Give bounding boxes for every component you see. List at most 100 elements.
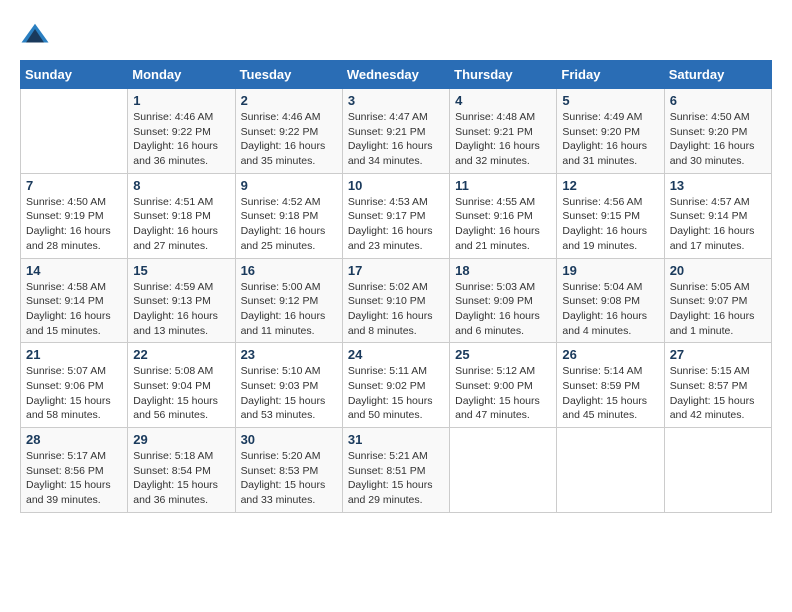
day-number: 22 [133, 347, 229, 362]
day-info: Sunrise: 4:50 AMSunset: 9:19 PMDaylight:… [26, 195, 122, 254]
day-number: 11 [455, 178, 551, 193]
day-number: 16 [241, 263, 337, 278]
calendar-cell: 22 Sunrise: 5:08 AMSunset: 9:04 PMDayligh… [128, 343, 235, 428]
calendar-cell: 15 Sunrise: 4:59 AMSunset: 9:13 PMDayligh… [128, 258, 235, 343]
calendar-cell [21, 89, 128, 174]
day-info: Sunrise: 5:17 AMSunset: 8:56 PMDaylight:… [26, 449, 122, 508]
day-number: 2 [241, 93, 337, 108]
day-number: 10 [348, 178, 444, 193]
header-friday: Friday [557, 61, 664, 89]
day-info: Sunrise: 4:58 AMSunset: 9:14 PMDaylight:… [26, 280, 122, 339]
day-number: 31 [348, 432, 444, 447]
day-info: Sunrise: 4:59 AMSunset: 9:13 PMDaylight:… [133, 280, 229, 339]
day-number: 19 [562, 263, 658, 278]
calendar-body: 1 Sunrise: 4:46 AMSunset: 9:22 PMDaylight… [21, 89, 772, 513]
calendar-table: SundayMondayTuesdayWednesdayThursdayFrid… [20, 60, 772, 513]
day-number: 14 [26, 263, 122, 278]
calendar-cell: 27Sunrise: 5:15 AMSunset: 8:57 PMDayligh… [664, 343, 771, 428]
day-number: 15 [133, 263, 229, 278]
day-info: Sunrise: 5:21 AMSunset: 8:51 PMDaylight:… [348, 449, 444, 508]
calendar-cell: 4 Sunrise: 4:48 AMSunset: 9:21 PMDaylight… [450, 89, 557, 174]
calendar-cell: 1 Sunrise: 4:46 AMSunset: 9:22 PMDaylight… [128, 89, 235, 174]
day-info: Sunrise: 4:56 AMSunset: 9:15 PMDaylight:… [562, 195, 658, 254]
day-info: Sunrise: 4:49 AMSunset: 9:20 PMDaylight:… [562, 110, 658, 169]
day-info: Sunrise: 5:10 AMSunset: 9:03 PMDaylight:… [241, 364, 337, 423]
day-number: 4 [455, 93, 551, 108]
calendar-cell: 18Sunrise: 5:03 AMSunset: 9:09 PMDayligh… [450, 258, 557, 343]
day-info: Sunrise: 5:00 AMSunset: 9:12 PMDaylight:… [241, 280, 337, 339]
calendar-cell: 13 Sunrise: 4:57 AMSunset: 9:14 PMDayligh… [664, 173, 771, 258]
calendar-cell: 20 Sunrise: 5:05 AMSunset: 9:07 PMDayligh… [664, 258, 771, 343]
header-tuesday: Tuesday [235, 61, 342, 89]
day-info: Sunrise: 4:52 AMSunset: 9:18 PMDaylight:… [241, 195, 337, 254]
day-number: 20 [670, 263, 766, 278]
header-sunday: Sunday [21, 61, 128, 89]
day-number: 27 [670, 347, 766, 362]
calendar-header: SundayMondayTuesdayWednesdayThursdayFrid… [21, 61, 772, 89]
day-number: 21 [26, 347, 122, 362]
day-info: Sunrise: 5:18 AMSunset: 8:54 PMDaylight:… [133, 449, 229, 508]
calendar-cell: 23 Sunrise: 5:10 AMSunset: 9:03 PMDayligh… [235, 343, 342, 428]
day-info: Sunrise: 4:55 AMSunset: 9:16 PMDaylight:… [455, 195, 551, 254]
day-info: Sunrise: 4:50 AMSunset: 9:20 PMDaylight:… [670, 110, 766, 169]
day-number: 9 [241, 178, 337, 193]
header-thursday: Thursday [450, 61, 557, 89]
day-number: 26 [562, 347, 658, 362]
day-info: Sunrise: 5:02 AMSunset: 9:10 PMDaylight:… [348, 280, 444, 339]
day-info: Sunrise: 5:14 AMSunset: 8:59 PMDaylight:… [562, 364, 658, 423]
calendar-cell: 28 Sunrise: 5:17 AMSunset: 8:56 PMDayligh… [21, 428, 128, 513]
day-number: 8 [133, 178, 229, 193]
day-info: Sunrise: 5:07 AMSunset: 9:06 PMDaylight:… [26, 364, 122, 423]
day-info: Sunrise: 5:05 AMSunset: 9:07 PMDaylight:… [670, 280, 766, 339]
day-info: Sunrise: 4:53 AMSunset: 9:17 PMDaylight:… [348, 195, 444, 254]
day-info: Sunrise: 4:46 AMSunset: 9:22 PMDaylight:… [133, 110, 229, 169]
calendar-cell: 31 Sunrise: 5:21 AMSunset: 8:51 PMDayligh… [342, 428, 449, 513]
day-number: 23 [241, 347, 337, 362]
day-info: Sunrise: 5:03 AMSunset: 9:09 PMDaylight:… [455, 280, 551, 339]
day-info: Sunrise: 4:51 AMSunset: 9:18 PMDaylight:… [133, 195, 229, 254]
day-info: Sunrise: 5:04 AMSunset: 9:08 PMDaylight:… [562, 280, 658, 339]
header-saturday: Saturday [664, 61, 771, 89]
calendar-cell: 2 Sunrise: 4:46 AMSunset: 9:22 PMDaylight… [235, 89, 342, 174]
calendar-cell: 16 Sunrise: 5:00 AMSunset: 9:12 PMDayligh… [235, 258, 342, 343]
calendar-cell [557, 428, 664, 513]
day-number: 6 [670, 93, 766, 108]
day-info: Sunrise: 4:57 AMSunset: 9:14 PMDaylight:… [670, 195, 766, 254]
calendar-cell: 19 Sunrise: 5:04 AMSunset: 9:08 PMDayligh… [557, 258, 664, 343]
day-number: 28 [26, 432, 122, 447]
calendar-cell: 5 Sunrise: 4:49 AMSunset: 9:20 PMDaylight… [557, 89, 664, 174]
calendar-cell: 24 Sunrise: 5:11 AMSunset: 9:02 PMDayligh… [342, 343, 449, 428]
day-number: 29 [133, 432, 229, 447]
calendar-cell: 3 Sunrise: 4:47 AMSunset: 9:21 PMDaylight… [342, 89, 449, 174]
header-monday: Monday [128, 61, 235, 89]
day-info: Sunrise: 4:48 AMSunset: 9:21 PMDaylight:… [455, 110, 551, 169]
day-number: 3 [348, 93, 444, 108]
day-number: 24 [348, 347, 444, 362]
calendar-cell: 25Sunrise: 5:12 AMSunset: 9:00 PMDayligh… [450, 343, 557, 428]
day-number: 5 [562, 93, 658, 108]
calendar-cell: 10 Sunrise: 4:53 AMSunset: 9:17 PMDayligh… [342, 173, 449, 258]
logo-icon [20, 20, 50, 50]
day-number: 17 [348, 263, 444, 278]
calendar-cell [450, 428, 557, 513]
calendar-cell: 6 Sunrise: 4:50 AMSunset: 9:20 PMDaylight… [664, 89, 771, 174]
day-info: Sunrise: 4:47 AMSunset: 9:21 PMDaylight:… [348, 110, 444, 169]
calendar-cell: 30Sunrise: 5:20 AMSunset: 8:53 PMDayligh… [235, 428, 342, 513]
day-info: Sunrise: 4:46 AMSunset: 9:22 PMDaylight:… [241, 110, 337, 169]
day-info: Sunrise: 5:08 AMSunset: 9:04 PMDaylight:… [133, 364, 229, 423]
day-info: Sunrise: 5:20 AMSunset: 8:53 PMDaylight:… [241, 449, 337, 508]
header-wednesday: Wednesday [342, 61, 449, 89]
calendar-cell: 11 Sunrise: 4:55 AMSunset: 9:16 PMDayligh… [450, 173, 557, 258]
day-number: 1 [133, 93, 229, 108]
calendar-cell: 29 Sunrise: 5:18 AMSunset: 8:54 PMDayligh… [128, 428, 235, 513]
day-number: 12 [562, 178, 658, 193]
day-number: 7 [26, 178, 122, 193]
calendar-cell: 7 Sunrise: 4:50 AMSunset: 9:19 PMDaylight… [21, 173, 128, 258]
calendar-cell: 8 Sunrise: 4:51 AMSunset: 9:18 PMDaylight… [128, 173, 235, 258]
logo [20, 20, 54, 50]
day-info: Sunrise: 5:11 AMSunset: 9:02 PMDaylight:… [348, 364, 444, 423]
calendar-cell: 17 Sunrise: 5:02 AMSunset: 9:10 PMDayligh… [342, 258, 449, 343]
calendar-cell [664, 428, 771, 513]
calendar-cell: 9 Sunrise: 4:52 AMSunset: 9:18 PMDaylight… [235, 173, 342, 258]
day-number: 13 [670, 178, 766, 193]
